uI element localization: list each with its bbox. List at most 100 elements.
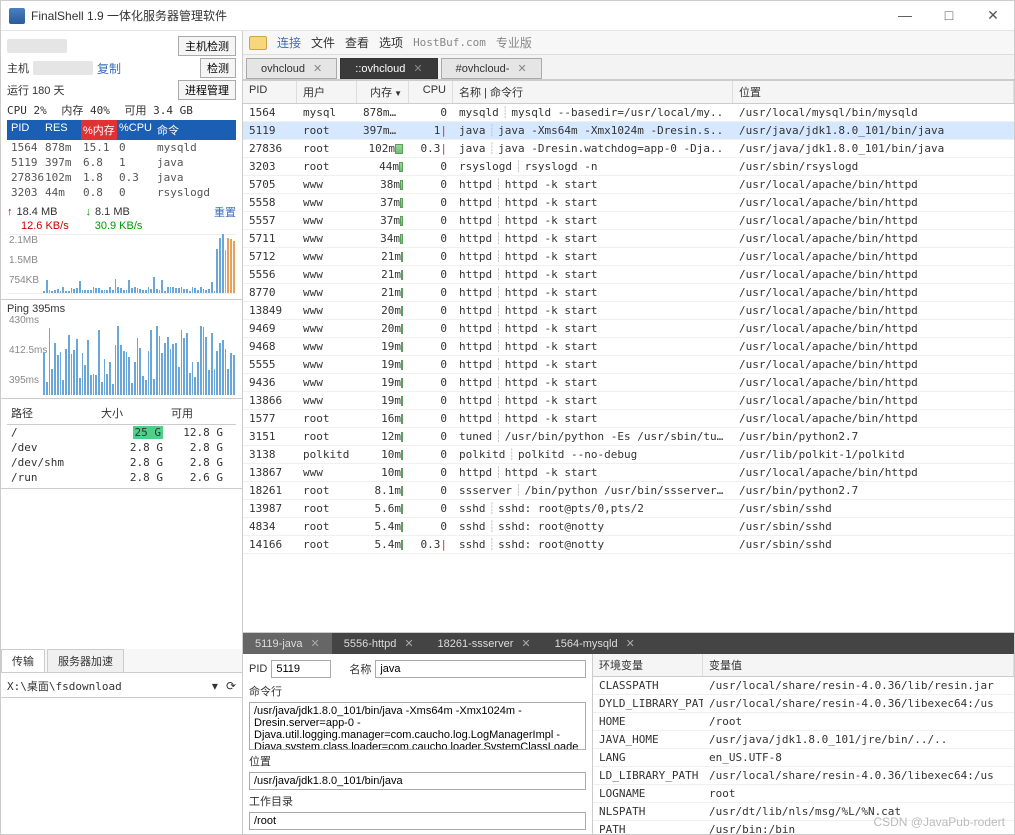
- detail-loc-input[interactable]: [249, 772, 586, 790]
- tab-accel[interactable]: 服务器加速: [47, 649, 124, 672]
- col-avail[interactable]: 可用: [167, 404, 227, 422]
- col-cpupct[interactable]: %CPU: [117, 120, 153, 140]
- minimize-button[interactable]: —: [892, 7, 918, 24]
- env-row[interactable]: JAVA_HOME/usr/java/jdk1.8.0_101/jre/bin/…: [593, 731, 1014, 749]
- detail-wd-label: 工作目录: [249, 793, 586, 809]
- env-row[interactable]: LOGNAMEroot: [593, 785, 1014, 803]
- process-row[interactable]: 5705www38m0httpd┊httpd -k start/usr/loca…: [243, 176, 1014, 194]
- process-row[interactable]: 3151root12m0tuned┊/usr/bin/python -Es /u…: [243, 428, 1014, 446]
- menu-view[interactable]: 查看: [345, 34, 369, 51]
- detail-tab[interactable]: 1564-mysqld✕: [543, 633, 647, 654]
- menu-url[interactable]: HostBuf.com: [413, 36, 486, 49]
- process-row[interactable]: 9468www19m0httpd┊httpd -k start/usr/loca…: [243, 338, 1014, 356]
- col-pid[interactable]: PID: [7, 120, 43, 140]
- server-tab[interactable]: ::ovhcloud✕: [340, 58, 437, 79]
- detail-wd-input[interactable]: [249, 812, 586, 830]
- col-cmd[interactable]: 命令: [153, 120, 236, 140]
- menu-connect[interactable]: 连接: [277, 34, 301, 51]
- col-res[interactable]: RES: [43, 120, 81, 140]
- process-row[interactable]: 13849www20m0httpd┊httpd -k start/usr/loc…: [243, 302, 1014, 320]
- process-row[interactable]: 8770www21m0httpd┊httpd -k start/usr/loca…: [243, 284, 1014, 302]
- env-col-val[interactable]: 变量值: [703, 654, 1014, 676]
- gcol-cmd[interactable]: 名称 | 命令行: [453, 81, 733, 103]
- disk-table: 路径 大小 可用 /25 G12.8 G/dev2.8 G2.8 G/dev/s…: [7, 402, 236, 485]
- col-path[interactable]: 路径: [7, 404, 97, 422]
- mini-proc-row[interactable]: 1564878m15.10mysqld: [7, 140, 236, 155]
- detect-button[interactable]: 检测: [200, 58, 236, 78]
- col-size[interactable]: 大小: [97, 404, 167, 422]
- env-row[interactable]: CLASSPATH/usr/local/share/resin-4.0.36/l…: [593, 677, 1014, 695]
- maximize-button[interactable]: □: [936, 7, 962, 24]
- procmgr-button[interactable]: 进程管理: [178, 80, 236, 100]
- mini-proc-row[interactable]: 320344m0.80rsyslogd: [7, 185, 236, 200]
- process-row[interactable]: 1577root16m0httpd┊httpd -k start/usr/loc…: [243, 410, 1014, 428]
- process-row[interactable]: 4834root5.4m0sshd┊sshd: root@notty/usr/s…: [243, 518, 1014, 536]
- gcol-loc[interactable]: 位置: [733, 81, 1014, 103]
- folder-icon[interactable]: [249, 36, 267, 50]
- close-icon[interactable]: ✕: [311, 637, 320, 650]
- titlebar: FinalShell 1.9 一体化服务器管理软件 — □ ✕: [1, 1, 1014, 31]
- process-row[interactable]: 5558www37m0httpd┊httpd -k start/usr/loca…: [243, 194, 1014, 212]
- dropdown-icon[interactable]: ▾: [212, 679, 218, 693]
- close-icon[interactable]: ✕: [404, 637, 413, 650]
- process-row[interactable]: 3203root44m0rsyslogd┊rsyslogd -n/usr/sbi…: [243, 158, 1014, 176]
- gcol-user[interactable]: 用户: [297, 81, 357, 103]
- close-icon[interactable]: ✕: [626, 637, 635, 650]
- process-row[interactable]: 9436www19m0httpd┊httpd -k start/usr/loca…: [243, 374, 1014, 392]
- close-icon[interactable]: ✕: [313, 62, 322, 75]
- env-row[interactable]: DYLD_LIBRARY_PATH/usr/local/share/resin-…: [593, 695, 1014, 713]
- close-icon[interactable]: ✕: [413, 62, 422, 75]
- tab-transfer[interactable]: 传输: [1, 649, 45, 672]
- detail-pid-input[interactable]: [271, 660, 331, 678]
- close-button[interactable]: ✕: [980, 7, 1006, 24]
- process-row[interactable]: 5556www21m0httpd┊httpd -k start/usr/loca…: [243, 266, 1014, 284]
- server-tab[interactable]: ovhcloud✕: [246, 58, 337, 79]
- env-row[interactable]: HOME/root: [593, 713, 1014, 731]
- process-row[interactable]: 5555www19m0httpd┊httpd -k start/usr/loca…: [243, 356, 1014, 374]
- disk-row[interactable]: /dev/shm2.8 G2.8 G: [7, 455, 236, 470]
- detail-name-input[interactable]: [375, 660, 586, 678]
- process-row[interactable]: 27836root102m0.3|java┊java -Dresin.watch…: [243, 140, 1014, 158]
- close-icon[interactable]: ✕: [517, 62, 526, 75]
- env-row[interactable]: LD_LIBRARY_PATH/usr/local/share/resin-4.…: [593, 767, 1014, 785]
- process-row[interactable]: 5119root397m1|java┊java -Xms64m -Xmx1024…: [243, 122, 1014, 140]
- mini-proc-row[interactable]: 5119397m6.81java: [7, 155, 236, 170]
- process-row[interactable]: 5711www34m0httpd┊httpd -k start/usr/loca…: [243, 230, 1014, 248]
- env-col-key[interactable]: 环境变量: [593, 654, 703, 676]
- disk-row[interactable]: /25 G12.8 G: [7, 425, 236, 440]
- menu-options[interactable]: 选项: [379, 34, 403, 51]
- detail-cmd-text[interactable]: /usr/java/jdk1.8.0_101/bin/java -Xms64m …: [249, 702, 586, 750]
- detail-tab[interactable]: 5556-httpd✕: [332, 633, 426, 654]
- detail-tab[interactable]: 18261-ssserver✕: [426, 633, 543, 654]
- process-row[interactable]: 9469www20m0httpd┊httpd -k start/usr/loca…: [243, 320, 1014, 338]
- process-row[interactable]: 13987root5.6m0sshd┊sshd: root@pts/0,pts/…: [243, 500, 1014, 518]
- server-tabs: ovhcloud✕::ovhcloud✕#ovhcloud-✕: [243, 55, 1014, 80]
- copy-link[interactable]: 复制: [97, 60, 121, 77]
- server-tab[interactable]: #ovhcloud-✕: [441, 58, 542, 79]
- gcol-pid[interactable]: PID: [243, 81, 297, 103]
- reset-link[interactable]: 重置: [214, 204, 236, 220]
- process-row[interactable]: 1564mysql878m0mysqld┊mysqld --basedir=/u…: [243, 104, 1014, 122]
- process-row[interactable]: 5557www37m0httpd┊httpd -k start/usr/loca…: [243, 212, 1014, 230]
- detail-tab[interactable]: 5119-java✕: [243, 633, 332, 654]
- process-row[interactable]: 5712www21m0httpd┊httpd -k start/usr/loca…: [243, 248, 1014, 266]
- detail-pid-label: PID: [249, 663, 267, 675]
- disk-row[interactable]: /dev2.8 G2.8 G: [7, 440, 236, 455]
- menu-file[interactable]: 文件: [311, 34, 335, 51]
- col-mempct[interactable]: %内存: [81, 120, 117, 140]
- mem-avail: 可用 3.4 GB: [125, 102, 193, 118]
- gcol-cpu[interactable]: CPU: [409, 81, 453, 103]
- process-row[interactable]: 18261root8.1m0ssserver┊/bin/python /usr/…: [243, 482, 1014, 500]
- disk-row[interactable]: /run2.8 G2.6 G: [7, 470, 236, 485]
- process-row[interactable]: 13866www19m0httpd┊httpd -k start/usr/loc…: [243, 392, 1014, 410]
- refresh-icon[interactable]: ⟳: [226, 679, 236, 693]
- process-row[interactable]: 3138polkitd10m0polkitd┊polkitd --no-debu…: [243, 446, 1014, 464]
- host-detect-button[interactable]: 主机检测: [178, 36, 236, 56]
- menu-pro[interactable]: 专业版: [496, 34, 532, 51]
- mini-proc-row[interactable]: 27836102m1.80.3java: [7, 170, 236, 185]
- gcol-mem[interactable]: 内存▼: [357, 81, 409, 103]
- close-icon[interactable]: ✕: [521, 637, 530, 650]
- process-row[interactable]: 14166root5.4m0.3|sshd┊sshd: root@notty/u…: [243, 536, 1014, 554]
- env-row[interactable]: LANGen_US.UTF-8: [593, 749, 1014, 767]
- process-row[interactable]: 13867www10m0httpd┊httpd -k start/usr/loc…: [243, 464, 1014, 482]
